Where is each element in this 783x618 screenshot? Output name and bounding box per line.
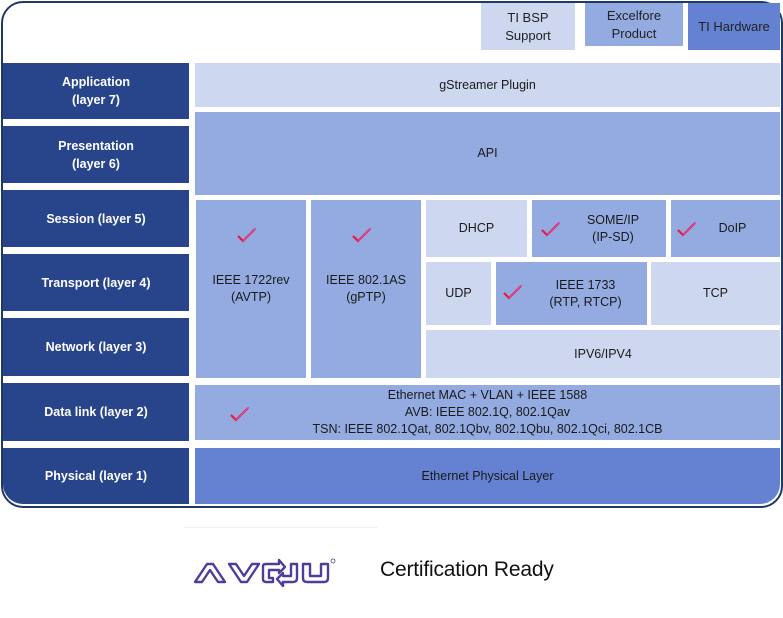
layer-network: Network (layer 3) — [3, 318, 189, 376]
divider — [183, 527, 378, 528]
checkmark-icon — [503, 284, 523, 300]
layer-transport: Transport (layer 4) — [3, 254, 189, 311]
checkmark-icon — [677, 221, 697, 237]
layer-presentation: Presentation (layer 6) — [3, 126, 189, 183]
avnu-logo — [193, 558, 336, 588]
block-tcp: TCP — [651, 262, 780, 325]
legend-excelfore-product: Excelfore Product — [585, 3, 683, 46]
layer-session: Session (layer 5) — [3, 190, 189, 247]
block-udp: UDP — [426, 262, 491, 325]
legend-ti-bsp-support: TI BSP Support — [481, 3, 575, 50]
block-ipv6-ipv4: IPV6/IPV4 — [426, 330, 780, 378]
legend-ti-hardware: TI Hardware — [688, 3, 780, 50]
layer-data-link: Data link (layer 2) — [3, 383, 189, 441]
block-ethernet-physical-layer: Ethernet Physical Layer — [195, 448, 780, 504]
block-data-link: Ethernet MAC + VLAN + IEEE 1588 AVB: IEE… — [195, 385, 780, 440]
certification-ready-label: Certification Ready — [380, 558, 554, 581]
block-api: API — [195, 112, 780, 195]
checkmark-icon — [352, 227, 372, 243]
checkmark-icon — [237, 227, 257, 243]
layer-physical: Physical (layer 1) — [3, 448, 189, 504]
block-gstreamer-plugin: gStreamer Plugin — [195, 63, 780, 107]
checkmark-icon — [541, 221, 561, 237]
checkmark-icon — [230, 406, 250, 422]
block-dhcp: DHCP — [426, 200, 527, 257]
layer-application: Application (layer 7) — [3, 63, 189, 119]
